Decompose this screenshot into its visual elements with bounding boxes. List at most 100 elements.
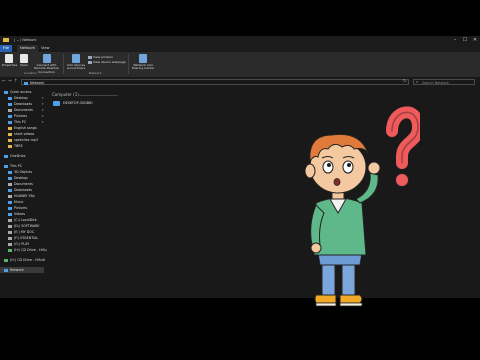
view-printers-label: View printers <box>93 55 113 59</box>
desktop-icon <box>8 176 12 180</box>
drive-icon <box>8 218 12 222</box>
pictures-icon <box>8 206 12 210</box>
network-sharing-center-button[interactable]: Network and Sharing Center <box>131 54 155 71</box>
nav-label: (E:) MY DOC <box>14 230 35 234</box>
nav-item-tbre[interactable]: TBRE <box>8 143 23 149</box>
address-path: Network <box>30 81 45 85</box>
drive-icon <box>8 230 12 234</box>
view-printers-button[interactable]: View printers <box>88 55 113 59</box>
properties-button[interactable]: Properties <box>2 54 18 67</box>
title-bar: | ⌄ | Network – ☐ ✕ <box>0 36 480 45</box>
group-label-network: Network <box>89 71 102 75</box>
properties-icon <box>5 54 13 63</box>
open-label: Open <box>19 63 28 67</box>
folder-icon <box>8 138 12 142</box>
search-input[interactable]: Search Network <box>413 79 475 85</box>
nav-label: This PC <box>10 164 23 168</box>
network-icon <box>139 54 147 63</box>
cube-icon <box>8 170 12 174</box>
refresh-icon[interactable]: ↻ <box>403 79 407 85</box>
folder-icon <box>8 126 12 130</box>
nav-label: Desktop <box>14 176 28 180</box>
close-button[interactable]: ✕ <box>470 37 480 44</box>
nav-label: 3D Objects <box>14 170 33 174</box>
pictures-icon <box>8 114 12 118</box>
group-label-location: Location <box>24 71 37 75</box>
group-divider <box>78 94 118 96</box>
nav-label: Desktop <box>14 96 28 100</box>
view-device-webpage-label: View device webpage <box>93 60 126 64</box>
tab-network[interactable]: Network <box>17 45 39 52</box>
tab-view[interactable]: View <box>38 45 53 52</box>
search-placeholder: Search Network <box>422 81 449 85</box>
remote-desktop-label: Connect with Remote Desktop Connection <box>34 63 59 74</box>
folder-icon <box>8 132 12 136</box>
network-icon <box>24 81 28 85</box>
phone-icon <box>8 194 12 198</box>
view-device-webpage-button[interactable]: View device webpage <box>88 60 126 64</box>
nav-label: (H:) CD Drive - HiSuit <box>10 258 45 262</box>
nav-label: Pictures <box>14 206 28 210</box>
nav-label: (G:) PLAY <box>14 242 30 246</box>
nav-label: Documents <box>14 182 33 186</box>
up-icon[interactable]: ↑ <box>14 79 18 85</box>
webpage-icon <box>88 60 92 64</box>
document-icon <box>8 182 12 186</box>
cd-icon <box>4 258 8 262</box>
ribbon-separator <box>128 54 129 74</box>
nav-label: Downloads <box>14 102 33 106</box>
computer-icon <box>8 120 12 124</box>
document-icon <box>8 108 12 112</box>
network-sharing-label: Network and Sharing Center <box>131 63 155 71</box>
nav-label: TBRE <box>14 144 23 148</box>
drive-icon <box>8 236 12 240</box>
nav-label: Music <box>14 200 24 204</box>
printer-icon <box>72 54 80 63</box>
group-header-computer[interactable]: Computer (1) <box>52 92 79 97</box>
folder-icon <box>8 144 12 148</box>
nav-label: HUAWEI Y9p <box>14 194 35 198</box>
nav-label: OneDrive <box>10 154 26 158</box>
nav-label: (F:) ESSENTIAL <box>14 236 39 240</box>
nav-item-onedrive[interactable]: OneDrive <box>4 153 26 159</box>
nav-label: (D:) SOFTWARE <box>14 224 40 228</box>
network-icon <box>4 268 8 272</box>
ribbon-separator <box>63 54 64 74</box>
nav-label: Videos <box>14 212 25 216</box>
properties-label: Properties <box>2 63 18 67</box>
open-icon <box>20 54 28 63</box>
address-bar[interactable]: Network <box>21 79 409 85</box>
window-title: | ⌄ | Network <box>14 38 37 42</box>
nav-item-cd-drive-2[interactable]: (H:) CD Drive - HiSuit <box>4 257 45 263</box>
folder-icon <box>3 38 9 42</box>
nav-item-cd-drive[interactable]: (H:) CD Drive - HiSu <box>8 247 47 253</box>
nav-item-network[interactable]: Network <box>0 267 44 273</box>
download-icon <box>8 188 12 192</box>
desktop-icon <box>8 96 12 100</box>
forward-icon[interactable]: → <box>8 79 12 85</box>
open-button[interactable]: Open <box>18 54 30 67</box>
star-icon <box>4 90 8 94</box>
tab-file[interactable]: File <box>0 45 13 52</box>
nav-label: Quick access <box>10 90 32 94</box>
nav-label: speeches mp3 <box>14 138 38 142</box>
minimize-button[interactable]: – <box>450 37 460 44</box>
nav-label: English songs <box>14 126 37 130</box>
nav-label: short videos <box>14 132 35 136</box>
question-mark-icon <box>386 106 420 187</box>
navigation-pane: Quick access Desktop ✦ Downloads ✦ Documen… <box>0 89 47 298</box>
video-icon <box>8 212 12 216</box>
drive-icon <box>8 242 12 246</box>
ribbon-tabs: File Network View <box>0 45 480 52</box>
nav-label: (C:) LocalDisk <box>14 218 37 222</box>
cloud-icon <box>4 154 8 158</box>
back-icon[interactable]: ← <box>2 79 6 85</box>
network-computer-item[interactable]: DESKTOP-3SGBIH <box>53 100 93 106</box>
pin-icon: ✦ <box>41 120 44 124</box>
nav-label: This PC <box>14 120 27 124</box>
search-icon: ⌕ <box>416 79 419 84</box>
add-devices-button[interactable]: Add devices and printers <box>65 54 87 71</box>
nav-label: Documents <box>14 108 33 112</box>
cd-icon <box>8 248 12 252</box>
maximize-button[interactable]: ☐ <box>460 37 470 44</box>
